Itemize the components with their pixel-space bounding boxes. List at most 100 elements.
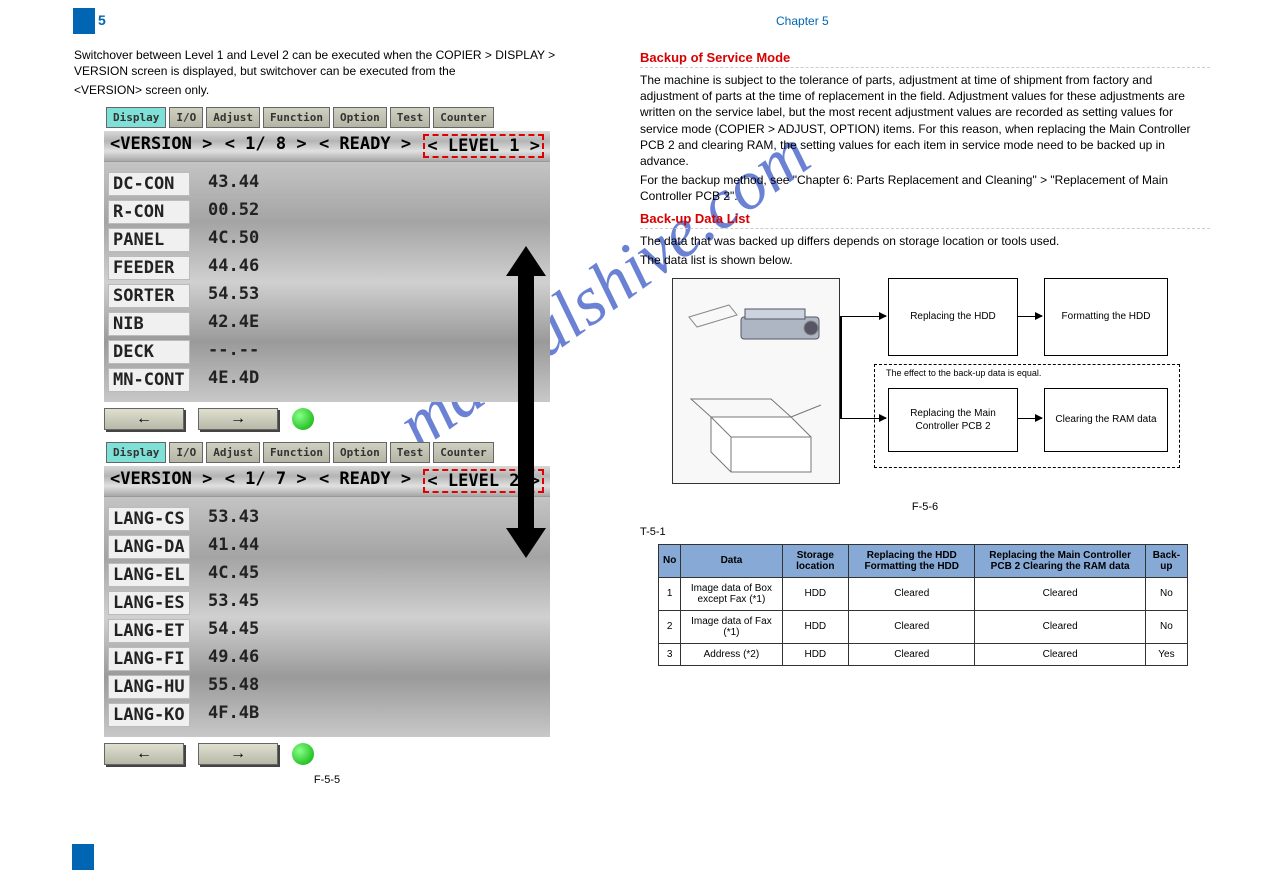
lcd-row: LANG-HU 55.48 [108, 675, 546, 699]
lcd-tab[interactable]: Adjust [206, 442, 260, 463]
lcd-row: SORTER 54.53 [108, 284, 546, 308]
table-cell: 1 [659, 577, 681, 610]
lcd-row: LANG-ES53.45 [108, 591, 546, 615]
prev-button[interactable]: ← [104, 743, 184, 765]
lcd-row: LANG-KO 4F.4B [108, 703, 546, 727]
row-value: 55.48 [208, 675, 259, 699]
lcd-tab[interactable]: Display [106, 442, 166, 463]
table-cell: Cleared [975, 577, 1145, 610]
row-value: 42.4E [208, 312, 259, 336]
table-cell: 3 [659, 643, 681, 665]
row-value: 49.46 [208, 647, 259, 671]
lcd-tab[interactable]: Adjust [206, 107, 260, 128]
table-cell: Address (*2) [681, 643, 782, 665]
lcd-tab[interactable]: Option [333, 107, 387, 128]
row-value: 41.44 [208, 535, 259, 559]
parts-photo [672, 278, 840, 484]
diagram-box: Replacing the HDD [888, 278, 1018, 356]
table-header: Back-up [1145, 544, 1187, 577]
table-header: No [659, 544, 681, 577]
figure-caption: F-5-6 [640, 500, 1210, 515]
left-column: Switchover between Level 1 and Level 2 c… [74, 44, 584, 797]
table-cell: Cleared [849, 610, 975, 643]
lcd-tab[interactable]: Option [333, 442, 387, 463]
lcd-row: LANG-EL 4C.45 [108, 563, 546, 587]
row-key: LANG-EL [108, 563, 190, 587]
next-button[interactable]: → [198, 743, 278, 765]
lcd-tab[interactable]: Counter [433, 442, 493, 463]
lcd-screen-level1: DisplayI/OAdjustFunctionOptionTestCounte… [104, 105, 550, 434]
row-key: LANG-CS [108, 507, 190, 531]
diagram-box: Clearing the RAM data [1044, 388, 1168, 452]
row-key: LANG-ES [108, 591, 190, 615]
table-cell: Cleared [849, 643, 975, 665]
section-title: Backup of Service Mode [640, 50, 1210, 68]
row-key: PANEL [108, 228, 190, 252]
row-value: 4F.4B [208, 703, 259, 727]
table-cell: No [1145, 610, 1187, 643]
row-key: LANG-ET [108, 619, 190, 643]
row-key: NIB [108, 312, 190, 336]
lcd-tab[interactable]: Function [263, 107, 330, 128]
section-title: Back-up Data List [640, 211, 1210, 229]
lcd-tab[interactable]: Counter [433, 107, 493, 128]
row-key: LANG-KO [108, 703, 190, 727]
body-text: <VERSION> screen only. [74, 82, 584, 98]
backup-data-table: NoDataStorage locationReplacing the HDD … [658, 544, 1188, 666]
table-header: Data [681, 544, 782, 577]
chapter-number: 5 [98, 12, 106, 28]
table-header: Storage location [782, 544, 849, 577]
lcd-body: LANG-CS53.43LANG-DA41.44LANG-EL4C.45LANG… [104, 497, 550, 737]
lcd-row: DECK--.-- [108, 340, 546, 364]
row-value: 4E.4D [208, 368, 259, 392]
table-cell: No [1145, 577, 1187, 610]
row-value: 54.53 [208, 284, 259, 308]
info-icon[interactable] [292, 408, 314, 430]
chapter-label: Chapter 5 [776, 14, 829, 28]
lcd-tab[interactable]: Test [390, 442, 431, 463]
lcd-tab[interactable]: Function [263, 442, 330, 463]
row-value: 4C.50 [208, 228, 259, 252]
lcd-row: LANG-CS53.43 [108, 507, 546, 531]
lcd-row: DC-CON43.44 [108, 172, 546, 196]
info-icon[interactable] [292, 743, 314, 765]
row-key: MN-CONT [108, 368, 190, 392]
body-text: The machine is subject to the tolerance … [640, 72, 1210, 169]
table-cell: HDD [782, 643, 849, 665]
table-row: 3Address (*2)HDDClearedClearedYes [659, 643, 1188, 665]
figure-caption: F-5-5 [104, 773, 550, 788]
row-key: R-CON [108, 200, 190, 224]
lcd-row: LANG-FI 49.46 [108, 647, 546, 671]
page-number: 64 [98, 849, 111, 863]
row-key: DECK [108, 340, 190, 364]
lcd-tab[interactable]: Test [390, 107, 431, 128]
lcd-tab[interactable]: Display [106, 107, 166, 128]
diagram-box: Formatting the HDD [1044, 278, 1168, 356]
row-key: LANG-HU [108, 675, 190, 699]
row-key: SORTER [108, 284, 190, 308]
table-cell: Image data of Fax (*1) [681, 610, 782, 643]
row-value: 00.52 [208, 200, 259, 224]
table-row: 2Image data of Fax (*1)HDDClearedCleared… [659, 610, 1188, 643]
table-cell: HDD [782, 610, 849, 643]
table-cell: Yes [1145, 643, 1187, 665]
body-text: The data that was backed up differs depe… [640, 233, 1210, 249]
lcd-tab[interactable]: I/O [169, 107, 203, 128]
row-value: 43.44 [208, 172, 259, 196]
table-cell: Cleared [975, 643, 1145, 665]
bidirectional-arrow-icon [506, 246, 546, 558]
lcd-tab[interactable]: I/O [169, 442, 203, 463]
lcd-row: R-CON 00.52 [108, 200, 546, 224]
table-cell: Image data of Box except Fax (*1) [681, 577, 782, 610]
body-text: For the backup method, see "Chapter 6: P… [640, 172, 1210, 204]
prev-button[interactable]: ← [104, 408, 184, 430]
dashed-note: The effect to the back-up data is equal. [886, 368, 1041, 378]
lcd-statusbar: <VERSION >< 1/ 8 >< READY >< LEVEL 1 > [104, 130, 550, 162]
diagram-box: Replacing the Main Controller PCB 2 [888, 388, 1018, 452]
footer-accent [72, 844, 94, 870]
lcd-row: PANEL 4C.50 [108, 228, 546, 252]
table-row: 1Image data of Box except Fax (*1)HDDCle… [659, 577, 1188, 610]
row-value: 4C.45 [208, 563, 259, 587]
next-button[interactable]: → [198, 408, 278, 430]
row-key: LANG-FI [108, 647, 190, 671]
